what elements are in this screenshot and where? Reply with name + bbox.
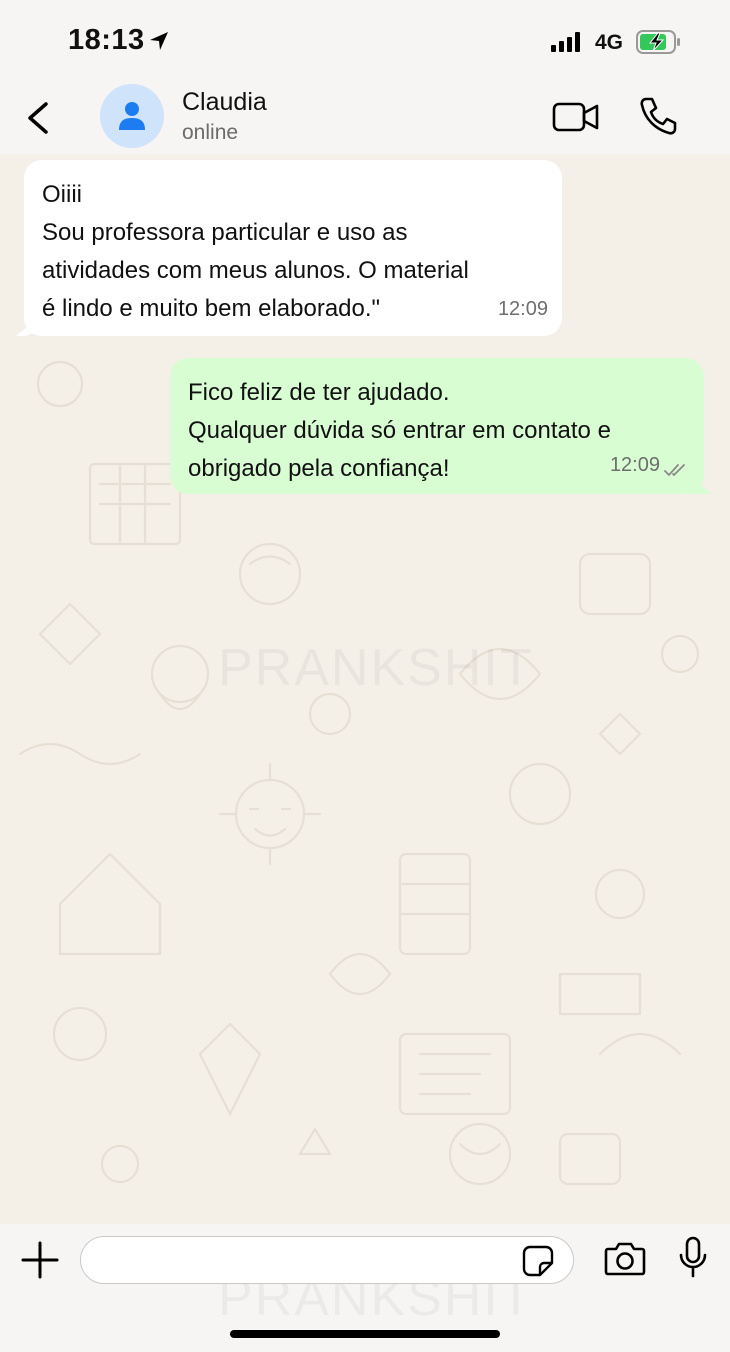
status-bar: 18:13 4G [0, 0, 730, 80]
plus-icon[interactable] [20, 1240, 60, 1280]
message-text-line: Fico feliz de ter ajudado. [188, 379, 450, 406]
message-timestamp: 12:09 [497, 298, 548, 320]
network-label: 4G [595, 31, 624, 54]
message-text-line: Oiiii [42, 181, 82, 208]
message-text-line: Sou professora particular e uso as [42, 219, 408, 246]
message-input[interactable] [80, 1236, 574, 1284]
read-double-check-icon [664, 464, 685, 477]
signal-bars-icon [551, 32, 580, 52]
microphone-icon[interactable] [678, 1236, 708, 1278]
avatar[interactable] [100, 84, 164, 148]
contact-name[interactable]: Claudia [182, 88, 267, 117]
back-chevron-icon[interactable] [24, 98, 52, 138]
camera-icon[interactable] [604, 1240, 646, 1276]
message-text-line: Qualquer dúvida só entrar em contato e [188, 417, 611, 444]
incoming-message-bubble[interactable]: Oiiii Sou professora particular e uso as… [24, 160, 562, 336]
message-text-line: atividades com meus alunos. O material [42, 257, 469, 284]
home-indicator[interactable] [230, 1330, 500, 1338]
phone-icon[interactable] [638, 96, 678, 136]
watermark-text: PRANKSHIT [218, 638, 534, 698]
outgoing-message-bubble[interactable]: Fico feliz de ter ajudado. Qualquer dúvi… [170, 358, 704, 494]
message-timestamp: 12:09 [609, 454, 660, 476]
status-time: 18:13 [68, 24, 145, 56]
video-camera-icon[interactable] [552, 100, 600, 134]
message-text-line: é lindo e muito bem elaborado." [42, 295, 381, 322]
sticker-icon[interactable] [522, 1245, 554, 1277]
person-icon [119, 102, 145, 130]
input-bar: PRANKSHIT [0, 1224, 730, 1352]
chat-header: Claudia online [0, 80, 730, 154]
chat-area[interactable]: PRANKSHIT Oiiii Sou professora particula… [0, 154, 730, 1224]
location-arrow-icon [150, 32, 168, 50]
contact-status: online [182, 121, 239, 144]
battery-charging-icon [636, 30, 680, 54]
